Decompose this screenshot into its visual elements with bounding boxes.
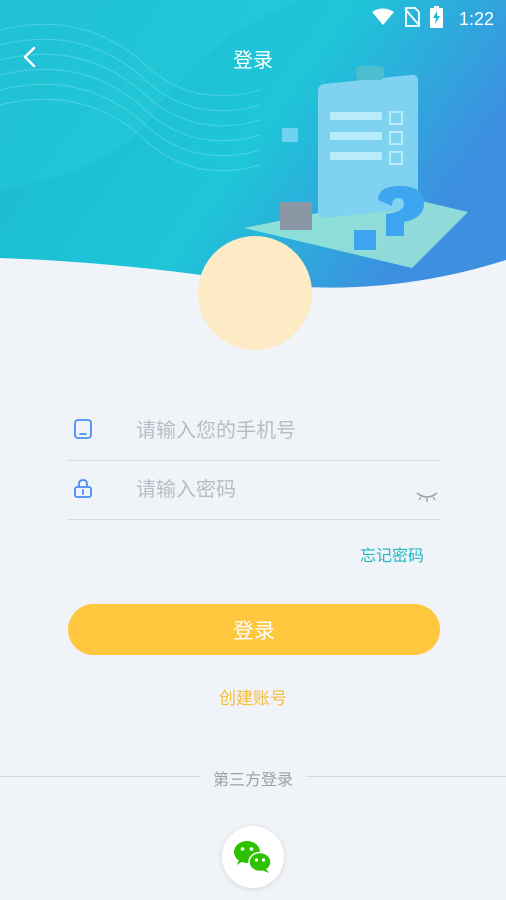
eye-closed-icon[interactable] xyxy=(416,489,438,503)
no-sim-icon xyxy=(404,7,420,31)
create-account-link[interactable]: 创建账号 xyxy=(0,684,506,709)
battery-charging-icon xyxy=(429,6,443,32)
phone-field xyxy=(68,402,440,461)
nav-bar: 登录 xyxy=(0,38,506,78)
wechat-icon xyxy=(222,841,284,892)
page-title: 登录 xyxy=(233,48,273,72)
phone-icon xyxy=(72,418,94,440)
status-bar: 1:22 xyxy=(0,0,506,34)
status-time: 1:22 xyxy=(458,8,494,29)
lock-icon xyxy=(72,477,94,499)
phone-input[interactable] xyxy=(136,410,406,450)
wechat-login-button[interactable] xyxy=(222,826,284,888)
password-input[interactable] xyxy=(136,469,406,509)
third-party-divider: 第三方登录 xyxy=(0,766,506,789)
wifi-icon xyxy=(371,8,394,30)
third-party-label: 第三方登录 xyxy=(212,770,293,789)
login-button[interactable]: 登录 xyxy=(68,604,440,655)
divider-line-right xyxy=(306,776,506,777)
avatar xyxy=(198,236,312,350)
forgot-password-link[interactable]: 忘记密码 xyxy=(360,542,424,566)
password-field xyxy=(68,461,440,520)
